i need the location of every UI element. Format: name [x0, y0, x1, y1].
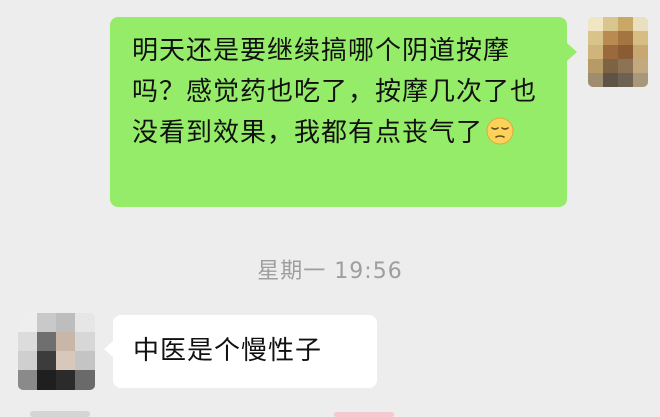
self-avatar-image — [588, 17, 648, 87]
outgoing-bubble-tail — [567, 43, 577, 61]
self-avatar[interactable] — [588, 17, 648, 87]
incoming-message-text: 中医是个慢性子 — [133, 336, 323, 366]
contact-avatar-image — [18, 313, 95, 390]
incoming-message-bubble[interactable]: 中医是个慢性子 — [113, 315, 377, 388]
outgoing-message-text: 明天还是要继续搞哪个阴道按摩吗？感觉药也吃了，按摩几次了也没看到效果，我都有点丧… — [132, 36, 538, 148]
partial-avatar — [30, 411, 90, 417]
incoming-bubble-tail — [104, 341, 113, 357]
message-timestamp: 星期一 19:56 — [257, 259, 403, 284]
contact-avatar[interactable] — [18, 313, 95, 390]
pensive-face-icon — [486, 117, 514, 145]
partial-content — [334, 412, 394, 417]
outgoing-message-bubble[interactable]: 明天还是要继续搞哪个阴道按摩吗？感觉药也吃了，按摩几次了也没看到效果，我都有点丧… — [110, 17, 567, 207]
outgoing-message[interactable]: 明天还是要继续搞哪个阴道按摩吗？感觉药也吃了，按摩几次了也没看到效果，我都有点丧… — [110, 17, 577, 207]
chat-view: 明天还是要继续搞哪个阴道按摩吗？感觉药也吃了，按摩几次了也没看到效果，我都有点丧… — [0, 0, 660, 417]
next-message-partial — [0, 409, 660, 417]
